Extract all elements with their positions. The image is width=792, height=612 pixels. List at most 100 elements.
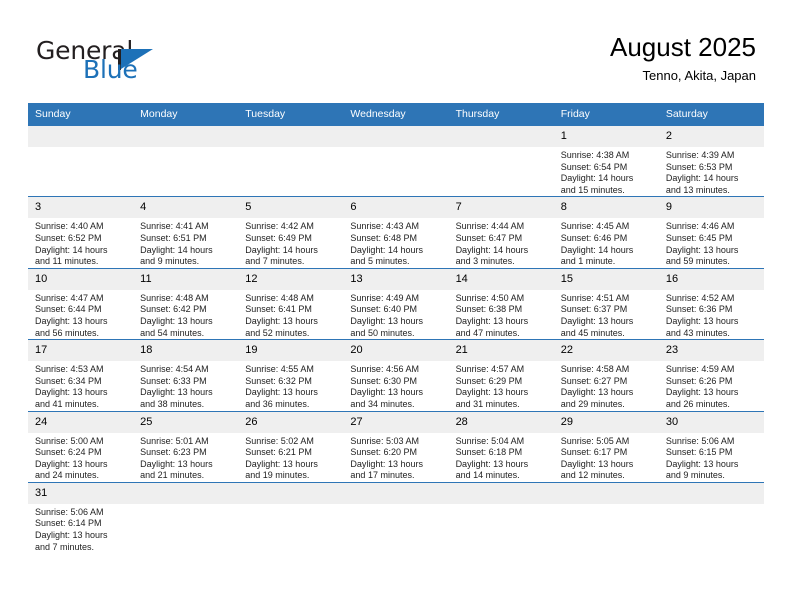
calendar-week-row: 1 Sunrise: 4:38 AM Sunset: 6:54 PM Daylig… [28, 124, 764, 197]
calendar-day-number: 2 [658, 126, 764, 147]
calendar-day-cell[interactable]: 17 Sunrise: 4:53 AM Sunset: 6:34 PM Dayli… [28, 339, 134, 411]
calendar-day-number [343, 126, 449, 147]
calendar-day-number: 10 [28, 268, 134, 290]
calendar-day-cell[interactable]: 10 Sunrise: 4:47 AM Sunset: 6:44 PM Dayli… [28, 267, 134, 340]
calendar-day-number: 13 [343, 268, 449, 290]
calendar-day-cell[interactable]: 30 Sunrise: 5:06 AM Sunset: 6:15 PM Dayli… [658, 410, 764, 483]
calendar-day-cell-empty [343, 481, 449, 554]
calendar-day-cell-inner [343, 126, 449, 196]
calendar-day-cell[interactable]: 7 Sunrise: 4:44 AM Sunset: 6:47 PM Daylig… [448, 196, 554, 269]
calendar-body: 1 Sunrise: 4:38 AM Sunset: 6:54 PM Daylig… [28, 124, 764, 554]
calendar-day-cell-inner: 19 Sunrise: 4:55 AM Sunset: 6:32 PM Dayli… [238, 340, 344, 410]
calendar-day-cell[interactable]: 21 Sunrise: 4:57 AM Sunset: 6:29 PM Dayli… [448, 339, 554, 411]
calendar-day-cell-inner: 2 Sunrise: 4:39 AM Sunset: 6:53 PM Daylig… [658, 126, 764, 196]
calendar-day-cell-inner [238, 482, 344, 553]
calendar-day-cell[interactable]: 14 Sunrise: 4:50 AM Sunset: 6:38 PM Dayli… [448, 267, 554, 340]
calendar-day-sun-info: Sunrise: 5:05 AM Sunset: 6:17 PM Dayligh… [560, 435, 634, 481]
calendar-day-sun-info: Sunrise: 5:06 AM Sunset: 6:14 PM Dayligh… [35, 506, 108, 552]
calendar-day-sun-info: Sunrise: 5:02 AM Sunset: 6:21 PM Dayligh… [245, 435, 318, 481]
calendar-day-number [448, 482, 554, 504]
calendar-day-cell[interactable]: 26 Sunrise: 5:02 AM Sunset: 6:21 PM Dayli… [238, 410, 344, 483]
brand-logo[interactable]: General Blue [36, 38, 236, 94]
calendar-day-cell[interactable]: 18 Sunrise: 4:54 AM Sunset: 6:33 PM Dayli… [133, 339, 239, 411]
calendar-day-cell-inner: 5 Sunrise: 4:42 AM Sunset: 6:49 PM Daylig… [238, 197, 344, 267]
calendar-day-number: 1 [553, 126, 659, 147]
calendar-day-cell-inner: 7 Sunrise: 4:44 AM Sunset: 6:47 PM Daylig… [448, 197, 554, 267]
calendar-day-number: 6 [343, 197, 449, 219]
calendar-day-cell-inner: 24 Sunrise: 5:00 AM Sunset: 6:24 PM Dayli… [28, 411, 134, 482]
calendar-day-cell[interactable]: 2 Sunrise: 4:39 AM Sunset: 6:53 PM Daylig… [658, 124, 764, 197]
calendar-day-sun-info: Sunrise: 4:41 AM Sunset: 6:51 PM Dayligh… [140, 221, 213, 267]
calendar-day-cell-empty [133, 481, 239, 554]
calendar-day-cell[interactable]: 1 Sunrise: 4:38 AM Sunset: 6:54 PM Daylig… [553, 124, 659, 197]
calendar-day-cell[interactable]: 12 Sunrise: 4:48 AM Sunset: 6:41 PM Dayli… [238, 267, 344, 340]
calendar-day-number: 16 [658, 268, 764, 290]
calendar-day-sun-info: Sunrise: 4:57 AM Sunset: 6:29 PM Dayligh… [455, 364, 529, 409]
weekday-header-friday: Friday [553, 103, 659, 126]
calendar-day-number: 14 [448, 268, 554, 290]
title-block: August 2025 Tenno, Akita, Japan [610, 30, 756, 86]
calendar-day-cell[interactable]: 15 Sunrise: 4:51 AM Sunset: 6:37 PM Dayli… [553, 267, 659, 340]
calendar-day-sun-info: Sunrise: 4:51 AM Sunset: 6:37 PM Dayligh… [560, 292, 634, 338]
calendar-day-sun-info: Sunrise: 5:00 AM Sunset: 6:24 PM Dayligh… [35, 435, 108, 481]
calendar-day-cell-empty [28, 124, 134, 197]
calendar-day-cell[interactable]: 6 Sunrise: 4:43 AM Sunset: 6:48 PM Daylig… [343, 196, 449, 269]
calendar-day-cell-inner: 11 Sunrise: 4:48 AM Sunset: 6:42 PM Dayli… [133, 268, 239, 339]
calendar-day-number [133, 482, 239, 504]
calendar-week-row: 3 Sunrise: 4:40 AM Sunset: 6:52 PM Daylig… [28, 196, 764, 269]
calendar-day-number: 31 [28, 482, 134, 504]
calendar-day-number: 4 [133, 197, 239, 219]
calendar-day-sun-info: Sunrise: 4:40 AM Sunset: 6:52 PM Dayligh… [35, 221, 108, 267]
calendar-day-cell[interactable]: 31 Sunrise: 5:06 AM Sunset: 6:14 PM Dayli… [28, 481, 134, 554]
calendar-day-cell-inner [133, 126, 239, 196]
calendar-day-number: 11 [133, 268, 239, 290]
calendar-day-cell-inner: 25 Sunrise: 5:01 AM Sunset: 6:23 PM Dayli… [133, 411, 239, 482]
calendar-day-sun-info: Sunrise: 4:56 AM Sunset: 6:30 PM Dayligh… [350, 364, 423, 409]
weekday-header-sunday: Sunday [28, 103, 134, 126]
calendar-day-number: 8 [553, 197, 659, 219]
calendar-page: General Blue August 2025 Tenno, Akita, J… [0, 0, 792, 612]
calendar-day-number: 5 [238, 197, 344, 219]
calendar-day-cell-inner: 3 Sunrise: 4:40 AM Sunset: 6:52 PM Daylig… [28, 197, 134, 267]
calendar-day-cell[interactable]: 25 Sunrise: 5:01 AM Sunset: 6:23 PM Dayli… [133, 410, 239, 483]
calendar-day-cell[interactable]: 8 Sunrise: 4:45 AM Sunset: 6:46 PM Daylig… [553, 196, 659, 269]
calendar-day-cell-empty [238, 481, 344, 554]
calendar-day-number: 22 [553, 340, 659, 362]
calendar-day-cell[interactable]: 16 Sunrise: 4:52 AM Sunset: 6:36 PM Dayli… [658, 267, 764, 340]
calendar-day-number: 29 [553, 411, 659, 433]
calendar-day-cell[interactable]: 23 Sunrise: 4:59 AM Sunset: 6:26 PM Dayli… [658, 339, 764, 411]
calendar-day-cell[interactable]: 3 Sunrise: 4:40 AM Sunset: 6:52 PM Daylig… [28, 196, 134, 269]
calendar-day-cell-inner: 14 Sunrise: 4:50 AM Sunset: 6:38 PM Dayli… [448, 268, 554, 339]
calendar-day-cell-inner [658, 482, 764, 553]
calendar-day-sun-info: Sunrise: 4:59 AM Sunset: 6:26 PM Dayligh… [665, 364, 739, 409]
calendar-day-cell[interactable]: 29 Sunrise: 5:05 AM Sunset: 6:17 PM Dayli… [553, 410, 659, 483]
calendar-day-number: 7 [448, 197, 554, 219]
calendar-day-sun-info: Sunrise: 4:48 AM Sunset: 6:41 PM Dayligh… [245, 292, 318, 338]
brand-name-bottom: Blue [83, 55, 138, 84]
calendar-day-number: 17 [28, 340, 134, 362]
calendar-day-cell[interactable]: 28 Sunrise: 5:04 AM Sunset: 6:18 PM Dayli… [448, 410, 554, 483]
calendar-day-cell-empty [343, 124, 449, 197]
calendar-day-sun-info: Sunrise: 4:53 AM Sunset: 6:34 PM Dayligh… [35, 364, 108, 409]
calendar-day-sun-info: Sunrise: 4:49 AM Sunset: 6:40 PM Dayligh… [350, 292, 423, 338]
calendar-day-cell[interactable]: 24 Sunrise: 5:00 AM Sunset: 6:24 PM Dayli… [28, 410, 134, 483]
calendar-day-cell-inner [28, 126, 134, 196]
calendar-day-cell[interactable]: 11 Sunrise: 4:48 AM Sunset: 6:42 PM Dayli… [133, 267, 239, 340]
calendar-day-cell[interactable]: 20 Sunrise: 4:56 AM Sunset: 6:30 PM Dayli… [343, 339, 449, 411]
calendar-day-cell-empty [448, 124, 554, 197]
calendar-day-sun-info: Sunrise: 4:46 AM Sunset: 6:45 PM Dayligh… [665, 221, 739, 267]
calendar-day-cell-inner: 15 Sunrise: 4:51 AM Sunset: 6:37 PM Dayli… [553, 268, 659, 339]
calendar-day-cell-inner: 28 Sunrise: 5:04 AM Sunset: 6:18 PM Dayli… [448, 411, 554, 482]
calendar-day-cell[interactable]: 22 Sunrise: 4:58 AM Sunset: 6:27 PM Dayli… [553, 339, 659, 411]
calendar-day-cell[interactable]: 13 Sunrise: 4:49 AM Sunset: 6:40 PM Dayli… [343, 267, 449, 340]
calendar-day-cell[interactable]: 4 Sunrise: 4:41 AM Sunset: 6:51 PM Daylig… [133, 196, 239, 269]
calendar-day-cell[interactable]: 5 Sunrise: 4:42 AM Sunset: 6:49 PM Daylig… [238, 196, 344, 269]
calendar-day-cell-inner: 16 Sunrise: 4:52 AM Sunset: 6:36 PM Dayli… [658, 268, 764, 339]
calendar-day-sun-info: Sunrise: 4:50 AM Sunset: 6:38 PM Dayligh… [455, 292, 529, 338]
calendar-day-cell[interactable]: 27 Sunrise: 5:03 AM Sunset: 6:20 PM Dayli… [343, 410, 449, 483]
calendar-day-sun-info: Sunrise: 5:04 AM Sunset: 6:18 PM Dayligh… [455, 435, 529, 481]
calendar-day-cell-inner: 27 Sunrise: 5:03 AM Sunset: 6:20 PM Dayli… [343, 411, 449, 482]
calendar-day-cell[interactable]: 19 Sunrise: 4:55 AM Sunset: 6:32 PM Dayli… [238, 339, 344, 411]
calendar-day-cell[interactable]: 9 Sunrise: 4:46 AM Sunset: 6:45 PM Daylig… [658, 196, 764, 269]
calendar-day-number: 24 [28, 411, 134, 433]
